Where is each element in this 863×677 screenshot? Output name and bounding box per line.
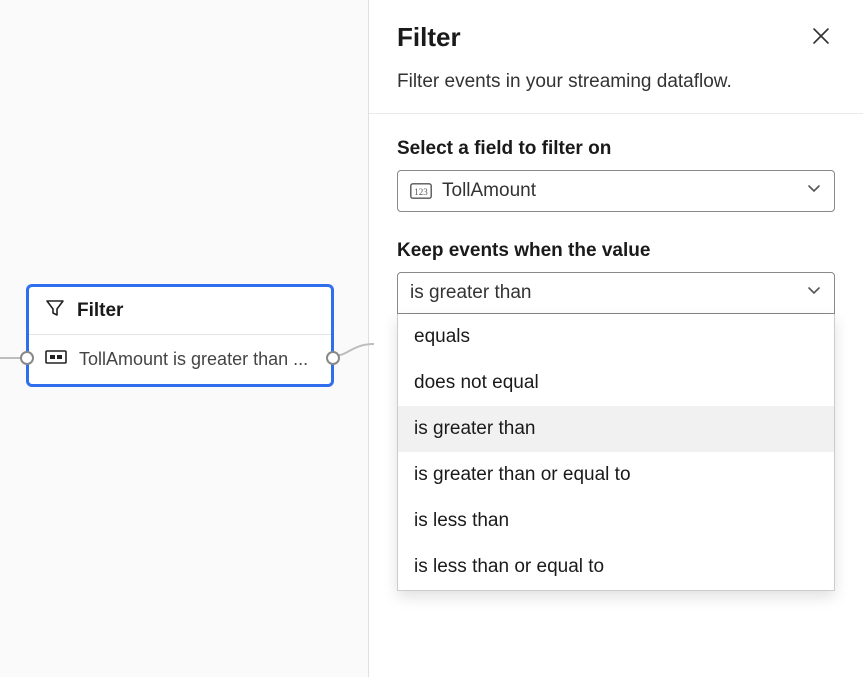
filter-node-body: TollAmount is greater than ... (29, 335, 331, 384)
close-icon (811, 34, 831, 49)
field-select-group: Select a field to filter on 123 TollAmou… (397, 138, 835, 212)
field-select-label: Select a field to filter on (397, 138, 835, 160)
field-select[interactable]: 123 TollAmount (397, 170, 835, 212)
filter-panel: Filter Filter events in your streaming d… (369, 0, 863, 677)
filter-node-header: Filter (29, 287, 331, 335)
condition-option[interactable]: is greater than (398, 406, 834, 452)
edge-connector-right (334, 340, 374, 370)
chevron-down-icon (806, 180, 822, 202)
condition-option[interactable]: is less than or equal to (398, 544, 834, 590)
node-output-port[interactable] (326, 351, 340, 365)
field-icon (45, 350, 67, 369)
condition-dropdown-list: equalsdoes not equalis greater thanis gr… (397, 314, 835, 591)
panel-header: Filter (369, 0, 863, 71)
field-select-value: TollAmount (442, 180, 536, 202)
panel-body: Select a field to filter on 123 TollAmou… (369, 114, 863, 338)
condition-option[interactable]: is greater than or equal to (398, 452, 834, 498)
condition-option[interactable]: equals (398, 314, 834, 360)
condition-option[interactable]: is less than (398, 498, 834, 544)
condition-select-value: is greater than (410, 282, 531, 304)
condition-select-group: Keep events when the value is greater th… (397, 240, 835, 314)
condition-select-label: Keep events when the value (397, 240, 835, 262)
panel-subtitle: Filter events in your streaming dataflow… (369, 71, 863, 113)
node-input-port[interactable] (20, 351, 34, 365)
canvas-area: Filter TollAmount is greater than ... (0, 0, 369, 677)
condition-option[interactable]: does not equal (398, 360, 834, 406)
condition-select[interactable]: is greater than (397, 272, 835, 314)
close-button[interactable] (807, 22, 835, 53)
chevron-down-icon (806, 282, 822, 304)
svg-text:123: 123 (414, 187, 428, 197)
filter-icon (45, 298, 65, 323)
filter-node-title: Filter (77, 300, 123, 322)
numeric-type-icon: 123 (410, 183, 432, 199)
filter-node-description: TollAmount is greater than ... (79, 349, 308, 370)
panel-title: Filter (397, 22, 461, 53)
filter-node[interactable]: Filter TollAmount is greater than ... (26, 284, 334, 387)
